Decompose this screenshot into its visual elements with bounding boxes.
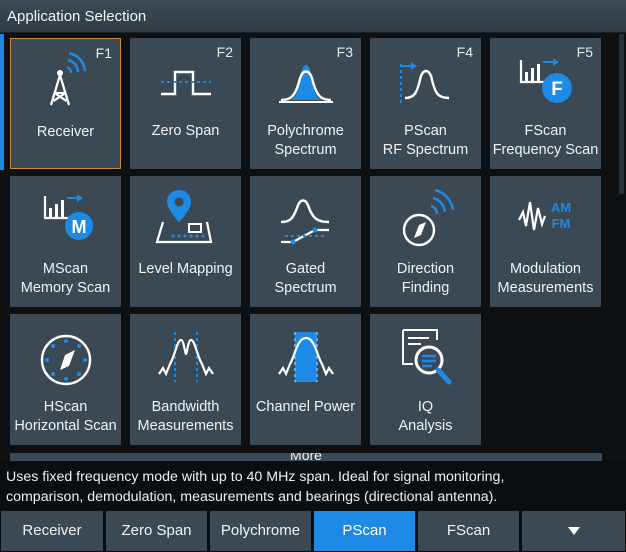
- description-line: Uses fixed frequency mode with up to 40 …: [6, 469, 505, 485]
- tile-label: HScan Horizontal Scan: [14, 399, 117, 434]
- fscan-icon: F: [519, 58, 572, 103]
- application-selection-dialog: Application Selection F1 Receiver F2 Zer…: [0, 0, 626, 510]
- tile-label: Receiver: [36, 124, 95, 140]
- description-text: Uses fixed frequency mode with up to 40 …: [0, 461, 626, 510]
- scrollbar-thumb[interactable]: [619, 34, 624, 194]
- row-focus-accent: [0, 34, 4, 170]
- tile-label: Bandwidth Measurements: [137, 399, 234, 434]
- tab-polychrome[interactable]: Polychrome: [210, 511, 311, 551]
- tile-channel-power[interactable]: Channel Power: [250, 314, 361, 445]
- tile-hscan[interactable]: HScan Horizontal Scan: [10, 314, 121, 445]
- tile-pscan[interactable]: F4 PScan RF Spectrum: [370, 38, 481, 169]
- level-mapping-icon: [155, 190, 212, 244]
- bandwidth-icon: [157, 332, 214, 382]
- tile-zero-span[interactable]: F2 Zero Span: [130, 38, 241, 169]
- tile-receiver[interactable]: F1 Receiver: [10, 38, 121, 169]
- receiver-antenna-icon: [49, 51, 86, 106]
- hscan-compass-icon: [40, 334, 91, 386]
- tile-label: Level Mapping: [138, 261, 233, 277]
- modulation-icon: AM FM: [517, 200, 571, 231]
- tab-zero-span[interactable]: Zero Span: [106, 511, 207, 551]
- tab-fscan[interactable]: FScan: [418, 511, 519, 551]
- tile-label: Gated Spectrum: [274, 261, 337, 296]
- more-button[interactable]: More: [10, 453, 602, 461]
- tile-polychrome-spectrum[interactable]: F3 Polychrome Spectrum: [250, 38, 361, 169]
- zero-span-icon: [160, 70, 211, 96]
- tile-label: Polychrome Spectrum: [267, 123, 344, 158]
- direction-finding-icon: [402, 188, 454, 247]
- application-tab-bar: Receiver Zero Span Polychrome PScan FSca…: [0, 510, 626, 552]
- svg-text:F: F: [551, 79, 563, 100]
- description-line: comparison, demodulation, measurements a…: [6, 489, 498, 505]
- tile-mscan[interactable]: M MScan Memory Scan: [10, 176, 121, 307]
- tile-label: Direction Finding: [396, 261, 455, 296]
- svg-text:AM: AM: [550, 200, 570, 215]
- tile-fscan[interactable]: F5 F FScan Frequency Scan: [490, 38, 601, 169]
- tile-iq-analysis[interactable]: IQ Analysis: [370, 314, 481, 445]
- tile-label: Modulation Measurements: [497, 261, 594, 296]
- tile-label: FScan Frequency Scan: [492, 123, 599, 158]
- dialog-title: Application Selection: [0, 0, 626, 33]
- tile-label: MScan Memory Scan: [20, 261, 111, 296]
- triangle-down-icon: [567, 527, 580, 536]
- tile-bandwidth-measurements[interactable]: Bandwidth Measurements: [130, 314, 241, 445]
- more-label: More: [290, 453, 322, 461]
- scrollbar[interactable]: [617, 34, 626, 454]
- tile-label: PScan RF Spectrum: [382, 123, 469, 158]
- tile-gated-spectrum[interactable]: Gated Spectrum: [250, 176, 361, 307]
- polychrome-spectrum-icon: [278, 65, 333, 103]
- tile-label: Zero Span: [151, 123, 220, 139]
- tab-receiver[interactable]: Receiver: [1, 511, 103, 551]
- tile-level-mapping[interactable]: Level Mapping: [130, 176, 241, 307]
- gated-spectrum-icon: [280, 199, 329, 245]
- tile-label: IQ Analysis: [398, 399, 453, 434]
- channel-power-icon: [277, 332, 334, 382]
- svg-text:M: M: [71, 217, 86, 237]
- tile-label: Channel Power: [255, 399, 356, 415]
- mscan-icon: M: [43, 194, 93, 240]
- tile-direction-finding[interactable]: Direction Finding: [370, 176, 481, 307]
- tile-modulation-measurements[interactable]: AM FM Modulation Measurements: [490, 176, 601, 307]
- tab-pscan[interactable]: PScan: [314, 511, 415, 551]
- pscan-spectrum-icon: [399, 62, 449, 104]
- more-tabs-button[interactable]: [522, 511, 625, 551]
- svg-text:FM: FM: [551, 216, 570, 231]
- iq-analysis-icon: [401, 329, 451, 385]
